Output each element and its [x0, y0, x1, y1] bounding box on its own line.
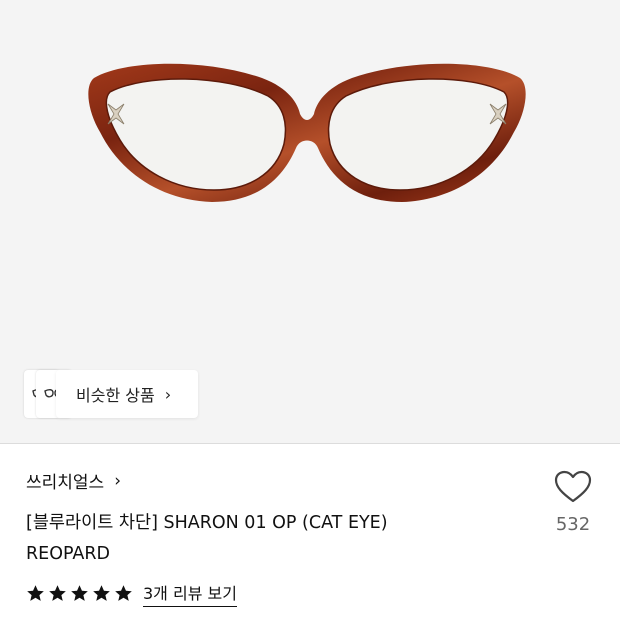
product-image	[88, 63, 526, 203]
star-icon	[71, 585, 88, 601]
star-rating	[26, 584, 133, 603]
product-title-line: [블루라이트 차단] SHARON 01 OP (CAT EYE)	[26, 513, 388, 533]
star-icon	[93, 585, 110, 601]
product-image-area: 비슷한 상품 ›	[0, 0, 620, 444]
similar-products-button[interactable]: 비슷한 상품 ›	[56, 370, 198, 418]
brand-name: 쓰리치얼스	[26, 473, 105, 493]
star-icon	[27, 585, 44, 601]
rating-row: 3개 리뷰 보기	[26, 580, 237, 607]
brand-link[interactable]: 쓰리치얼스 ›	[26, 468, 122, 494]
chevron-right-icon: ›	[164, 384, 172, 404]
product-title: [블루라이트 차단] SHARON 01 OP (CAT EYE) REOPAR…	[26, 508, 526, 570]
like-button[interactable]: 532	[550, 470, 596, 535]
product-title-line: REOPARD	[26, 544, 111, 564]
heart-icon[interactable]	[554, 470, 592, 504]
star-icon	[49, 585, 66, 601]
star-icon	[115, 585, 132, 601]
chevron-right-icon: ›	[114, 470, 122, 491]
like-count: 532	[555, 514, 591, 535]
review-link[interactable]: 3개 리뷰 보기	[143, 580, 237, 607]
similar-products-label: 비슷한 상품	[76, 386, 155, 405]
